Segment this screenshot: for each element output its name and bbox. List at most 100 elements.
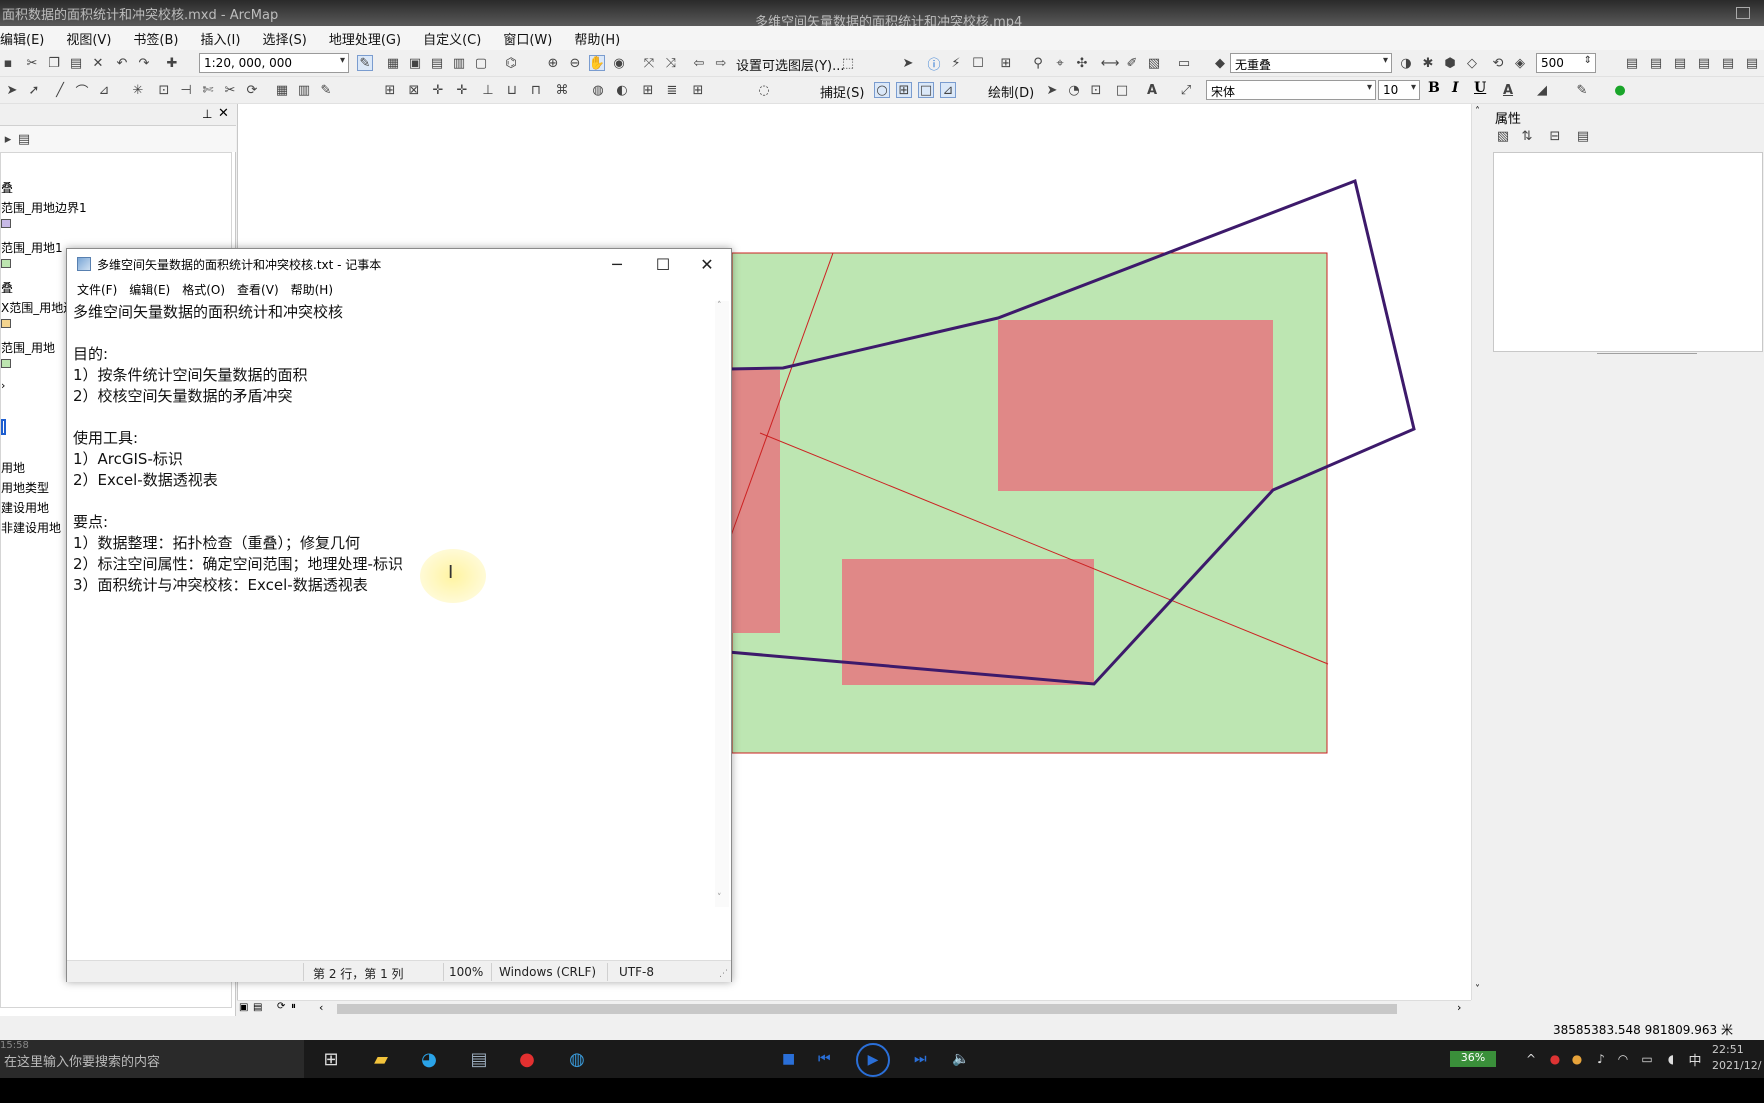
model-builder-icon[interactable]: ⌬ <box>503 55 519 71</box>
layout-view-toggle-icon[interactable]: ▣ <box>239 1002 248 1013</box>
chevron-left-icon[interactable]: ‹ <box>319 1001 323 1014</box>
layout-tool-4-icon[interactable]: ▤ <box>1696 55 1712 71</box>
fill-color-icon[interactable]: ◢ <box>1534 82 1550 98</box>
menu-geoprocessing[interactable]: 地理处理(G) <box>319 29 413 48</box>
forward-extent-icon[interactable]: ⇨ <box>713 55 729 71</box>
minimize-icon[interactable]: ─ <box>597 253 637 275</box>
generalize-icon[interactable]: ⊞ <box>640 82 656 98</box>
notepad-menu-format[interactable]: 格式(O) <box>178 281 233 298</box>
ime-indicator[interactable]: 中 <box>1684 1048 1706 1070</box>
volume-icon[interactable]: 🔈 <box>952 1051 969 1067</box>
close-icon[interactable]: ✕ <box>218 106 229 121</box>
menu-selection[interactable]: 选择(S) <box>252 29 318 48</box>
speaker-icon[interactable]: ◖ <box>1660 1048 1682 1070</box>
attr-tool-1-icon[interactable]: ▧ <box>1495 128 1511 144</box>
menu-windows[interactable]: 窗口(W) <box>493 29 564 48</box>
snap-tolerance-input[interactable]: 500 ⇕ <box>1536 53 1596 73</box>
layout-tool-3-icon[interactable]: ▤ <box>1672 55 1688 71</box>
straight-segment-icon[interactable]: ╱ <box>52 82 68 98</box>
reshape-icon[interactable]: ⊣ <box>178 82 194 98</box>
select-by-graphics-icon[interactable]: ⬚ <box>840 55 856 71</box>
toc-group-overlap-2[interactable]: 叠 <box>1 279 13 296</box>
edge-browser-icon[interactable]: ◕ <box>418 1048 440 1070</box>
data-view-toggle-icon[interactable]: ▤ <box>253 1002 262 1013</box>
tray-record-icon[interactable]: ● <box>1544 1048 1566 1070</box>
attributes-icon[interactable]: ▦ <box>274 82 290 98</box>
chevron-up-icon[interactable]: ˄ <box>1475 106 1480 117</box>
toc-group-overlap[interactable]: 叠 <box>1 179 13 196</box>
selectable-layers-button[interactable]: 设置可选图层(Y)... <box>736 55 844 74</box>
table-icon[interactable]: ▦ <box>385 55 401 71</box>
edge-snap-icon[interactable]: ⊿ <box>940 82 956 98</box>
tray-app-icon[interactable]: ● <box>1566 1048 1588 1070</box>
reshape-edge-icon[interactable]: ✛ <box>454 82 470 98</box>
font-color-icon[interactable]: A <box>1500 82 1516 98</box>
measure-icon[interactable]: ⊞ <box>998 55 1014 71</box>
rectangle-icon[interactable]: □ <box>1114 82 1130 98</box>
validate-icon[interactable]: ✱ <box>1420 55 1436 71</box>
redo-icon[interactable]: ↷ <box>136 55 152 71</box>
point-snap-icon[interactable]: ○ <box>874 82 890 98</box>
file-explorer-icon[interactable]: ▰ <box>370 1048 392 1070</box>
battery-icon[interactable]: ▭ <box>1636 1048 1658 1070</box>
go-to-xy-icon[interactable]: ✣ <box>1074 55 1090 71</box>
find-route-icon[interactable]: ⌖ <box>1052 55 1068 71</box>
smooth-icon[interactable]: ≣ <box>664 82 680 98</box>
next-icon[interactable]: ⏭ <box>914 1051 927 1067</box>
play-button[interactable]: ▶ <box>856 1043 890 1077</box>
stop-icon[interactable]: ■ <box>782 1051 795 1067</box>
chevron-down-icon[interactable]: ˅ <box>717 893 722 903</box>
snapping-menu[interactable]: 捕捉(S) <box>820 82 864 101</box>
toc-field-landtype[interactable]: 用地类型 <box>1 479 49 496</box>
pause-draw-icon[interactable]: ⏸ <box>291 1001 296 1012</box>
time-slider-icon[interactable]: ⟷ <box>1101 55 1120 71</box>
zoom-out-icon[interactable]: ⊖ <box>567 55 583 71</box>
microphone-icon[interactable]: ♪ <box>1590 1048 1612 1070</box>
sketch-properties-icon[interactable]: ▥ <box>296 82 312 98</box>
notepad-text-area[interactable]: 多维空间矢量数据的面积统计和冲突校核 目的: 1）按条件统计空间矢量数据的面积 … <box>71 301 711 907</box>
topology-edit-icon[interactable]: ⊞ <box>382 82 398 98</box>
chevron-up-icon[interactable]: ˄ <box>717 301 722 311</box>
align-edge-icon[interactable]: ⊥ <box>480 82 496 98</box>
point-icon[interactable]: ✳ <box>130 82 146 98</box>
line-color-icon[interactable]: ✎ <box>1574 82 1590 98</box>
notepad-menu-help[interactable]: 帮助(H) <box>287 281 341 298</box>
snap-icon[interactable]: ⟲ <box>1490 55 1506 71</box>
rotate-icon[interactable]: ⟳ <box>244 82 260 98</box>
notepad-menu-file[interactable]: 文件(F) <box>73 281 125 298</box>
drawing-menu[interactable]: 绘制(D) <box>988 82 1034 101</box>
fillet-icon[interactable]: ⊞ <box>690 82 706 98</box>
edit-vertices-drawing-icon[interactable]: ⤢ <box>1178 82 1194 98</box>
taskbar-search[interactable]: 15:58 在这里输入你要搜索的内容 <box>0 1040 304 1078</box>
underline-button[interactable]: U <box>1474 80 1486 96</box>
fix-error-icon[interactable]: ◇ <box>1464 55 1480 71</box>
attr-tool-4-icon[interactable]: ▤ <box>1575 128 1591 144</box>
zoom-in-icon[interactable]: ⊕ <box>545 55 561 71</box>
construct-icon[interactable]: ⊓ <box>528 82 544 98</box>
snap-settings-icon[interactable]: ◌ <box>756 82 772 98</box>
resize-grip-icon[interactable]: ⋰ <box>719 969 728 979</box>
fixed-zoom-out-icon[interactable]: ⤨ <box>663 55 679 71</box>
marker-color-icon[interactable]: ● <box>1612 82 1628 98</box>
editor-toolbar-icon[interactable]: ✎ <box>357 55 373 71</box>
full-extent-icon[interactable]: ◉ <box>611 55 627 71</box>
chevron-right-icon[interactable]: › <box>1457 1001 1461 1014</box>
list-by-selection-icon[interactable]: ▤ <box>16 131 32 147</box>
menu-view[interactable]: 视图(V) <box>56 29 123 48</box>
layout-tool-5-icon[interactable]: ▤ <box>1720 55 1736 71</box>
toc-layer-use[interactable]: 用地 <box>1 459 25 476</box>
font-combo[interactable]: 宋体 ▾ <box>1206 80 1376 100</box>
find-icon[interactable]: ⚲ <box>1030 55 1046 71</box>
attr-tool-3-icon[interactable]: ⊟ <box>1547 128 1563 144</box>
trace-icon[interactable]: ⊿ <box>96 82 112 98</box>
toc-layer-x-boundary[interactable]: X范围_用地边 <box>1 299 75 316</box>
window-restore-icon[interactable] <box>1736 7 1750 19</box>
font-size-combo[interactable]: 10 ▾ <box>1378 80 1420 100</box>
globe-icon[interactable]: ◍ <box>590 82 606 98</box>
recorder-icon[interactable]: ● <box>516 1048 538 1070</box>
pin-icon[interactable]: ⊥ <box>202 107 212 121</box>
arcmap-icon[interactable]: ▤ <box>468 1048 490 1070</box>
hyperlink-icon[interactable]: ⚡ <box>948 55 964 71</box>
cut-icon[interactable]: ✂ <box>24 55 40 71</box>
reset-icon[interactable]: ◐ <box>614 82 630 98</box>
